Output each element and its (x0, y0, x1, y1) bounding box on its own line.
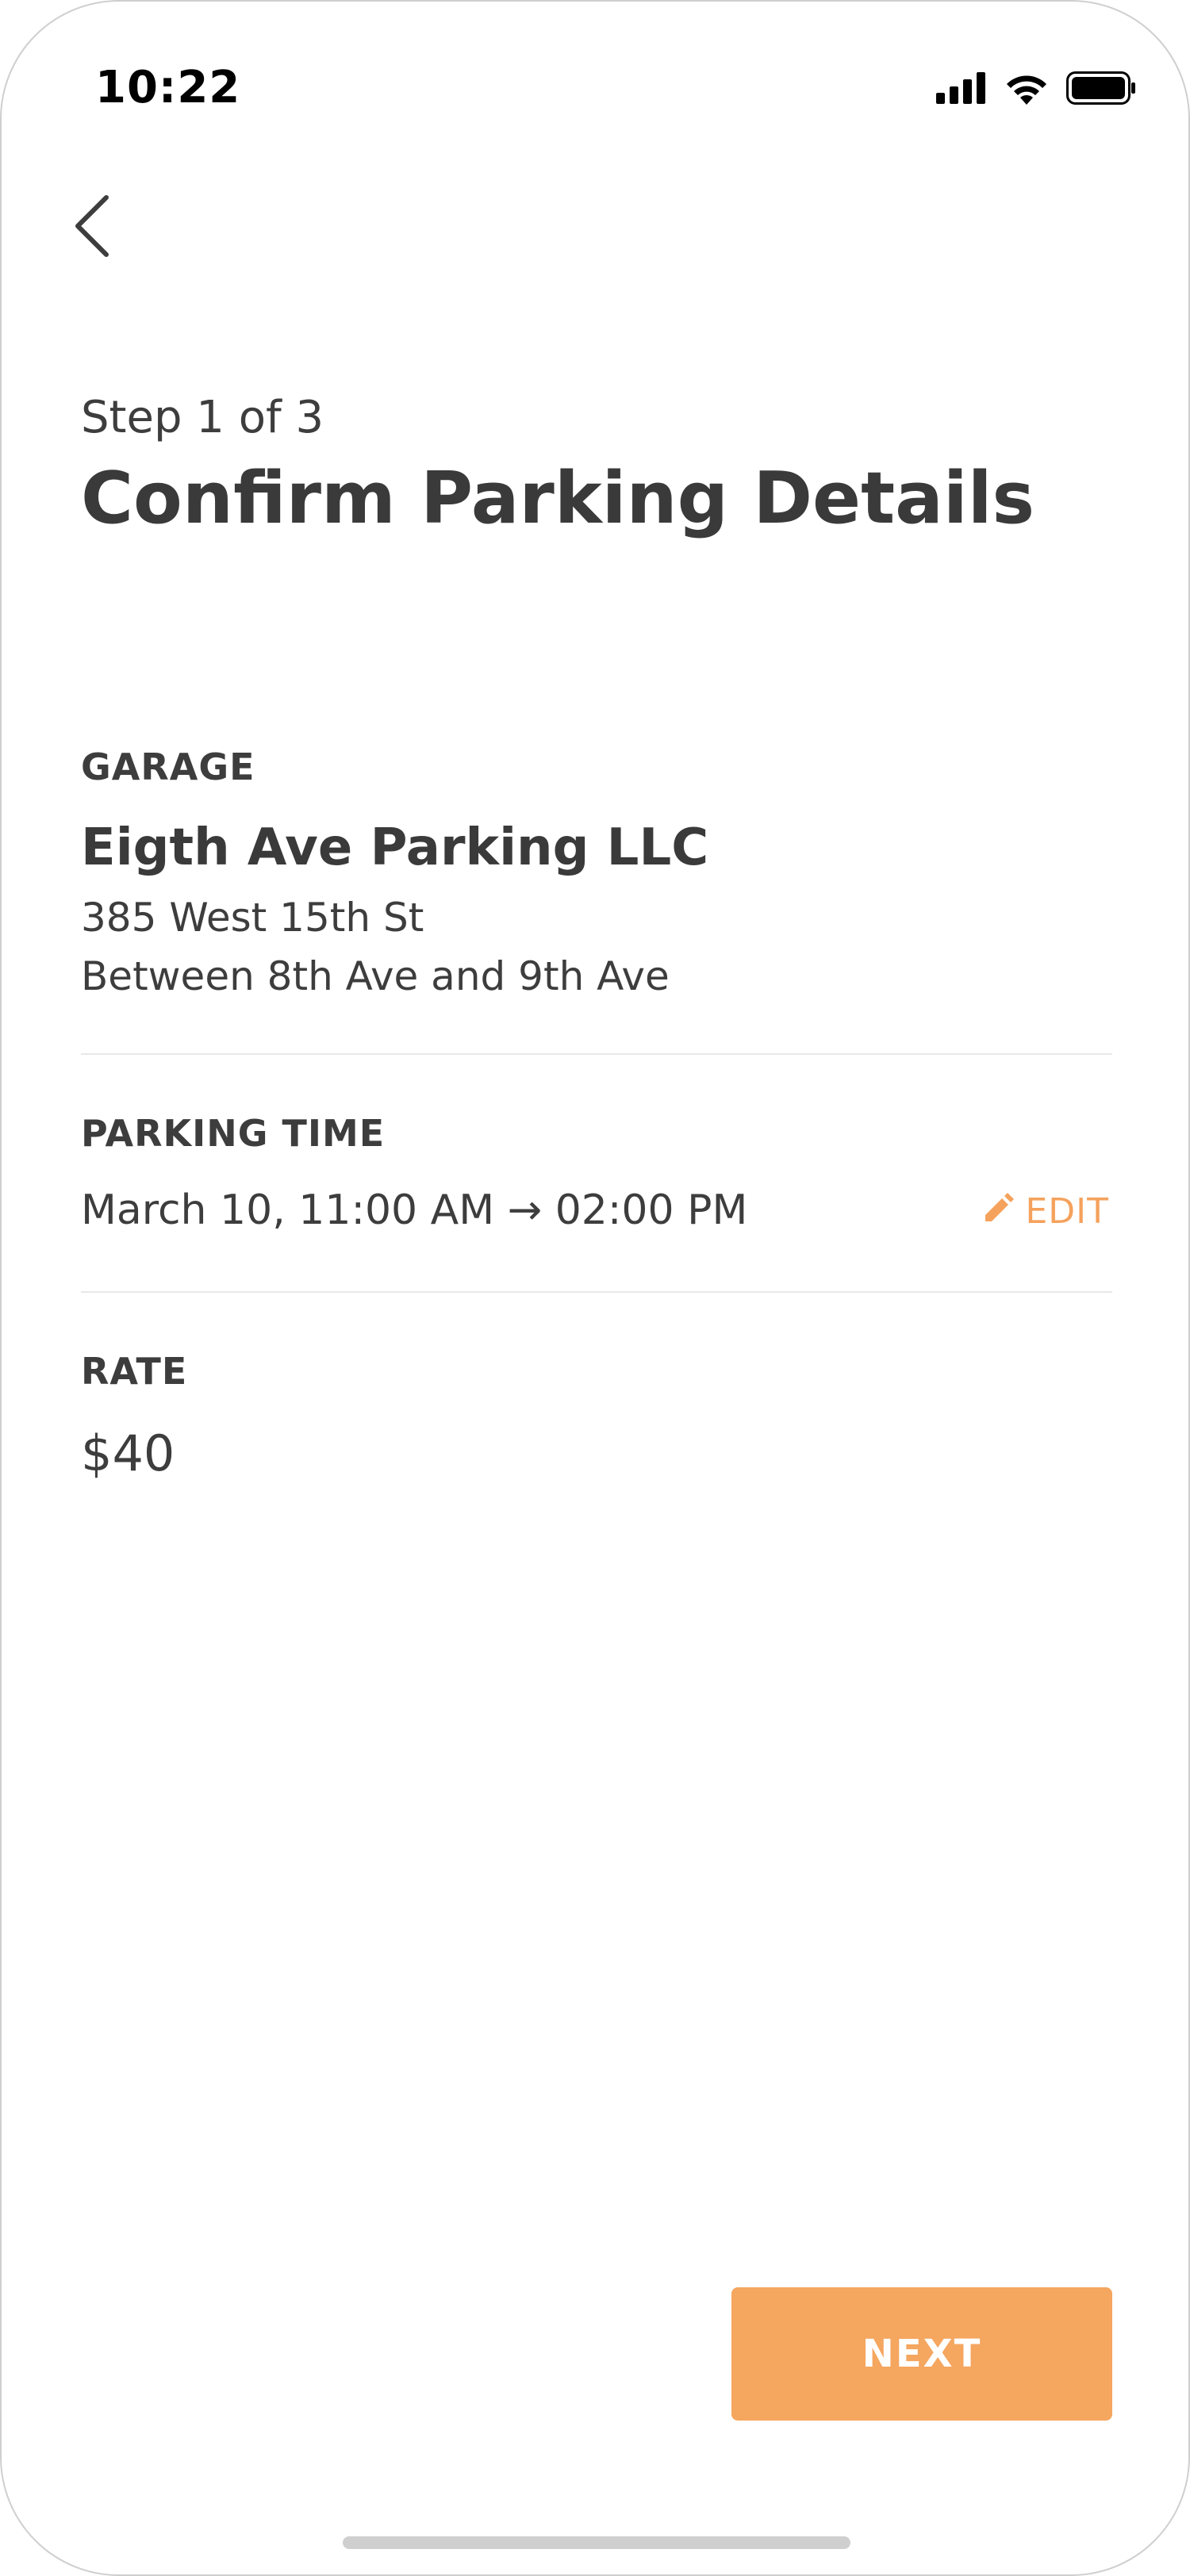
garage-name: Eigth Ave Parking LLC (81, 818, 709, 877)
wifi-icon (1004, 71, 1049, 108)
edit-parking-time-button[interactable]: EDIT (984, 1191, 1109, 1232)
battery-icon (1066, 71, 1136, 108)
phone-screen: 10:22 Step 1 of 3 Confirm Parking Detail… (0, 0, 1190, 2576)
next-button[interactable]: NEXT (731, 2287, 1112, 2421)
rate-section-label: RATE (81, 1350, 188, 1393)
back-button[interactable] (73, 192, 136, 263)
garage-address: 385 West 15th St (81, 895, 424, 941)
cellular-signal-icon (936, 72, 987, 107)
rate-value: $40 (81, 1424, 175, 1482)
divider (81, 1053, 1112, 1055)
home-indicator (343, 2536, 850, 2549)
status-time: 10:22 (95, 62, 241, 113)
edit-label: EDIT (1025, 1191, 1109, 1232)
step-indicator: Step 1 of 3 (81, 392, 324, 443)
status-bar: 10:22 (2, 2, 1188, 160)
parking-time-value: March 10, 11:00 AM → 02:00 PM (81, 1186, 748, 1234)
page-title: Confirm Parking Details (81, 457, 1035, 540)
pencil-icon (984, 1191, 1015, 1232)
garage-cross-streets: Between 8th Ave and 9th Ave (81, 953, 670, 999)
chevron-left-icon (73, 194, 109, 261)
garage-section-label: GARAGE (81, 746, 255, 788)
parking-time-section-label: PARKING TIME (81, 1112, 386, 1155)
status-icons (936, 71, 1136, 108)
divider (81, 1291, 1112, 1293)
